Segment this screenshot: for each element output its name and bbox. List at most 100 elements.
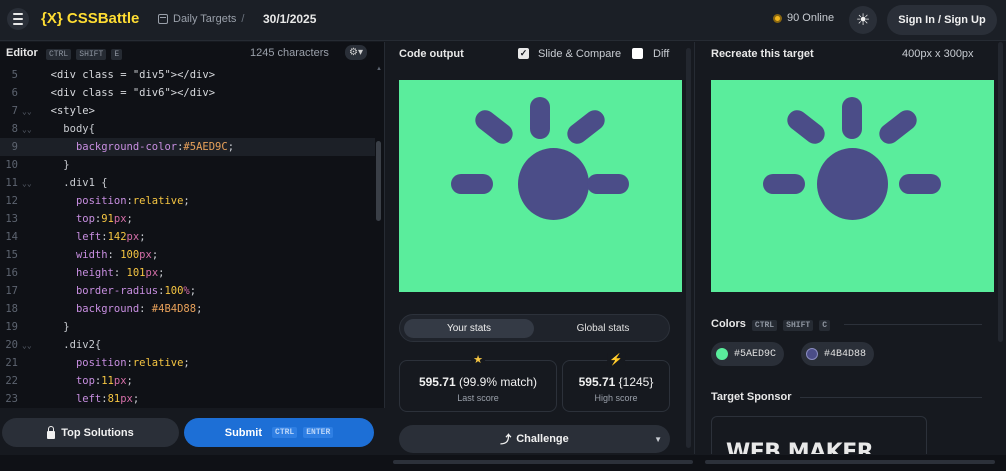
code-line[interactable]: 15 width: 100px; xyxy=(0,246,375,264)
kbd-key: CTRL xyxy=(272,427,298,438)
top-solutions-label: Top Solutions xyxy=(61,426,134,439)
sponsor-card[interactable]: WEB MAKER xyxy=(711,416,927,454)
code-text: left:81px; xyxy=(75,393,140,405)
editor-shortcut: CTRL SHIFT E xyxy=(44,47,123,60)
color-chip-purple[interactable]: #4B4D88 xyxy=(801,342,875,366)
line-number: 7 xyxy=(11,105,18,117)
target-panel: Recreate this target 400px x 300px Color… xyxy=(696,42,1006,454)
fold-chevron-icon[interactable]: ⌄⌄ xyxy=(22,341,38,350)
line-number: 13 xyxy=(5,213,18,225)
sponsor-heading: Target Sponsor xyxy=(711,391,792,403)
horizontal-scrollbar[interactable] xyxy=(393,460,693,464)
sun-ray-top-left xyxy=(783,106,829,148)
top-solutions-button[interactable]: Top Solutions xyxy=(2,418,179,447)
target-title: Recreate this target xyxy=(711,48,814,60)
output-scrollbar[interactable] xyxy=(686,48,691,448)
output-title: Code output xyxy=(399,48,464,60)
kbd-key: ENTER xyxy=(303,427,334,438)
theme-toggle-button[interactable]: ☀ xyxy=(849,6,877,34)
sun-ray-top xyxy=(842,97,862,139)
code-text: } xyxy=(63,159,70,171)
fold-chevron-icon[interactable]: ⌄⌄ xyxy=(22,179,38,188)
color-swatch xyxy=(806,348,818,360)
code-line[interactable]: 13 top:91px; xyxy=(0,210,375,228)
submit-button[interactable]: Submit CTRL ENTER xyxy=(184,418,374,447)
code-text: <div class = "div6"></div> xyxy=(50,87,216,99)
code-text: width: 100px; xyxy=(75,249,159,261)
challenge-label: Challenge xyxy=(516,433,569,445)
horizontal-scrollbar[interactable] xyxy=(705,460,995,464)
sun-icon: ☀ xyxy=(855,12,871,29)
code-line[interactable]: 17 border-radius:100%; xyxy=(0,282,375,300)
diff-checkbox[interactable] xyxy=(632,48,643,59)
code-text: background: #4B4D88; xyxy=(75,303,203,315)
code-line[interactable]: 22 top:11px; xyxy=(0,372,375,390)
code-line[interactable]: 9 background-color:#5AED9C; xyxy=(0,138,375,156)
fold-chevron-icon[interactable]: ⌄⌄ xyxy=(22,107,38,116)
code-text: .div1 { xyxy=(63,177,108,189)
high-score-value: 595.71 {1245} xyxy=(563,375,669,389)
chevron-down-icon[interactable]: ▼ xyxy=(654,435,662,444)
color-hex: #4B4D88 xyxy=(824,348,867,360)
kbd-key: SHIFT xyxy=(76,49,107,60)
line-number: 21 xyxy=(5,357,18,369)
code-line[interactable]: 6 <div class = "div6"></div> xyxy=(0,84,375,102)
logo-name: CSSBattle xyxy=(66,10,140,27)
editor-settings-button[interactable]: ⚙▾ xyxy=(345,45,367,60)
code-line[interactable]: 21 position:relative; xyxy=(0,354,375,372)
output-preview[interactable] xyxy=(399,80,682,292)
star-icon: ★ xyxy=(471,353,485,366)
web-maker-logo: WEB MAKER xyxy=(726,440,874,454)
code-line[interactable]: 7 ⌄⌄ <style> xyxy=(0,102,375,120)
daily-targets-link[interactable]: Daily Targets / xyxy=(158,13,244,25)
code-line[interactable]: 5 <div class = "div5"></div> xyxy=(0,66,375,84)
line-number: 15 xyxy=(5,249,18,261)
challenge-button[interactable]: ⤴ Challenge ▼ xyxy=(399,425,670,453)
colors-label: Colors xyxy=(711,318,746,330)
code-text: position:relative; xyxy=(75,195,190,207)
target-image[interactable] xyxy=(711,80,994,292)
code-line[interactable]: 10 } xyxy=(0,156,375,174)
line-number: 23 xyxy=(5,393,18,405)
code-line[interactable]: 16 height: 101px; xyxy=(0,264,375,282)
code-area[interactable]: 5 <div class = "div5"></div> 6 <div class… xyxy=(0,66,384,408)
code-line[interactable]: 18 background: #4B4D88; xyxy=(0,300,375,318)
tab-your-stats[interactable]: Your stats xyxy=(404,319,534,338)
code-line[interactable]: 23 left:81px; xyxy=(0,390,375,408)
target-scrollbar[interactable] xyxy=(998,42,1003,342)
line-number: 18 xyxy=(5,303,18,315)
editor-scrollbar[interactable] xyxy=(376,141,381,221)
code-text: top:91px; xyxy=(75,213,133,225)
online-dot-icon xyxy=(773,13,782,23)
code-line[interactable]: 8 ⌄⌄ body{ xyxy=(0,120,375,138)
code-line[interactable]: 14 left:142px; xyxy=(0,228,375,246)
line-number: 12 xyxy=(5,195,18,207)
color-hex: #5AED9C xyxy=(734,348,777,360)
tab-global-stats[interactable]: Global stats xyxy=(538,319,668,338)
code-line[interactable]: 19 } xyxy=(0,318,375,336)
code-line[interactable]: 12 position:relative; xyxy=(0,192,375,210)
sign-in-button[interactable]: Sign In / Sign Up xyxy=(887,5,997,35)
target-dimensions: 400px x 300px xyxy=(902,48,974,60)
breadcrumb-separator: / xyxy=(241,13,245,25)
top-bar: {X} CSSBattle Daily Targets / 30/1/2025 … xyxy=(0,0,1006,41)
high-score-number: 595.71 xyxy=(578,375,616,389)
line-number: 10 xyxy=(5,159,18,171)
submit-label: Submit xyxy=(224,426,263,439)
logo[interactable]: {X} CSSBattle xyxy=(41,10,139,27)
calendar-icon xyxy=(158,14,168,24)
high-score-card: ⚡ 595.71 {1245} High score xyxy=(562,353,670,412)
high-score-label: High score xyxy=(594,393,638,403)
line-number: 19 xyxy=(5,321,18,333)
code-line[interactable]: 11 ⌄⌄ .div1 { xyxy=(0,174,375,192)
online-indicator: 90 Online xyxy=(773,12,834,24)
code-line[interactable]: 20 ⌄⌄ .div2{ xyxy=(0,336,375,354)
menu-icon[interactable] xyxy=(7,8,29,30)
kbd-key: C xyxy=(819,320,831,331)
fold-chevron-icon[interactable]: ⌄⌄ xyxy=(22,125,38,134)
code-text: height: 101px; xyxy=(75,267,165,279)
sun-ray-top-right xyxy=(563,106,609,148)
color-chip-green[interactable]: #5AED9C xyxy=(711,342,785,366)
scroll-up-arrow-icon[interactable]: ▲ xyxy=(376,66,382,72)
slide-compare-checkbox[interactable]: ✓ xyxy=(518,48,529,59)
